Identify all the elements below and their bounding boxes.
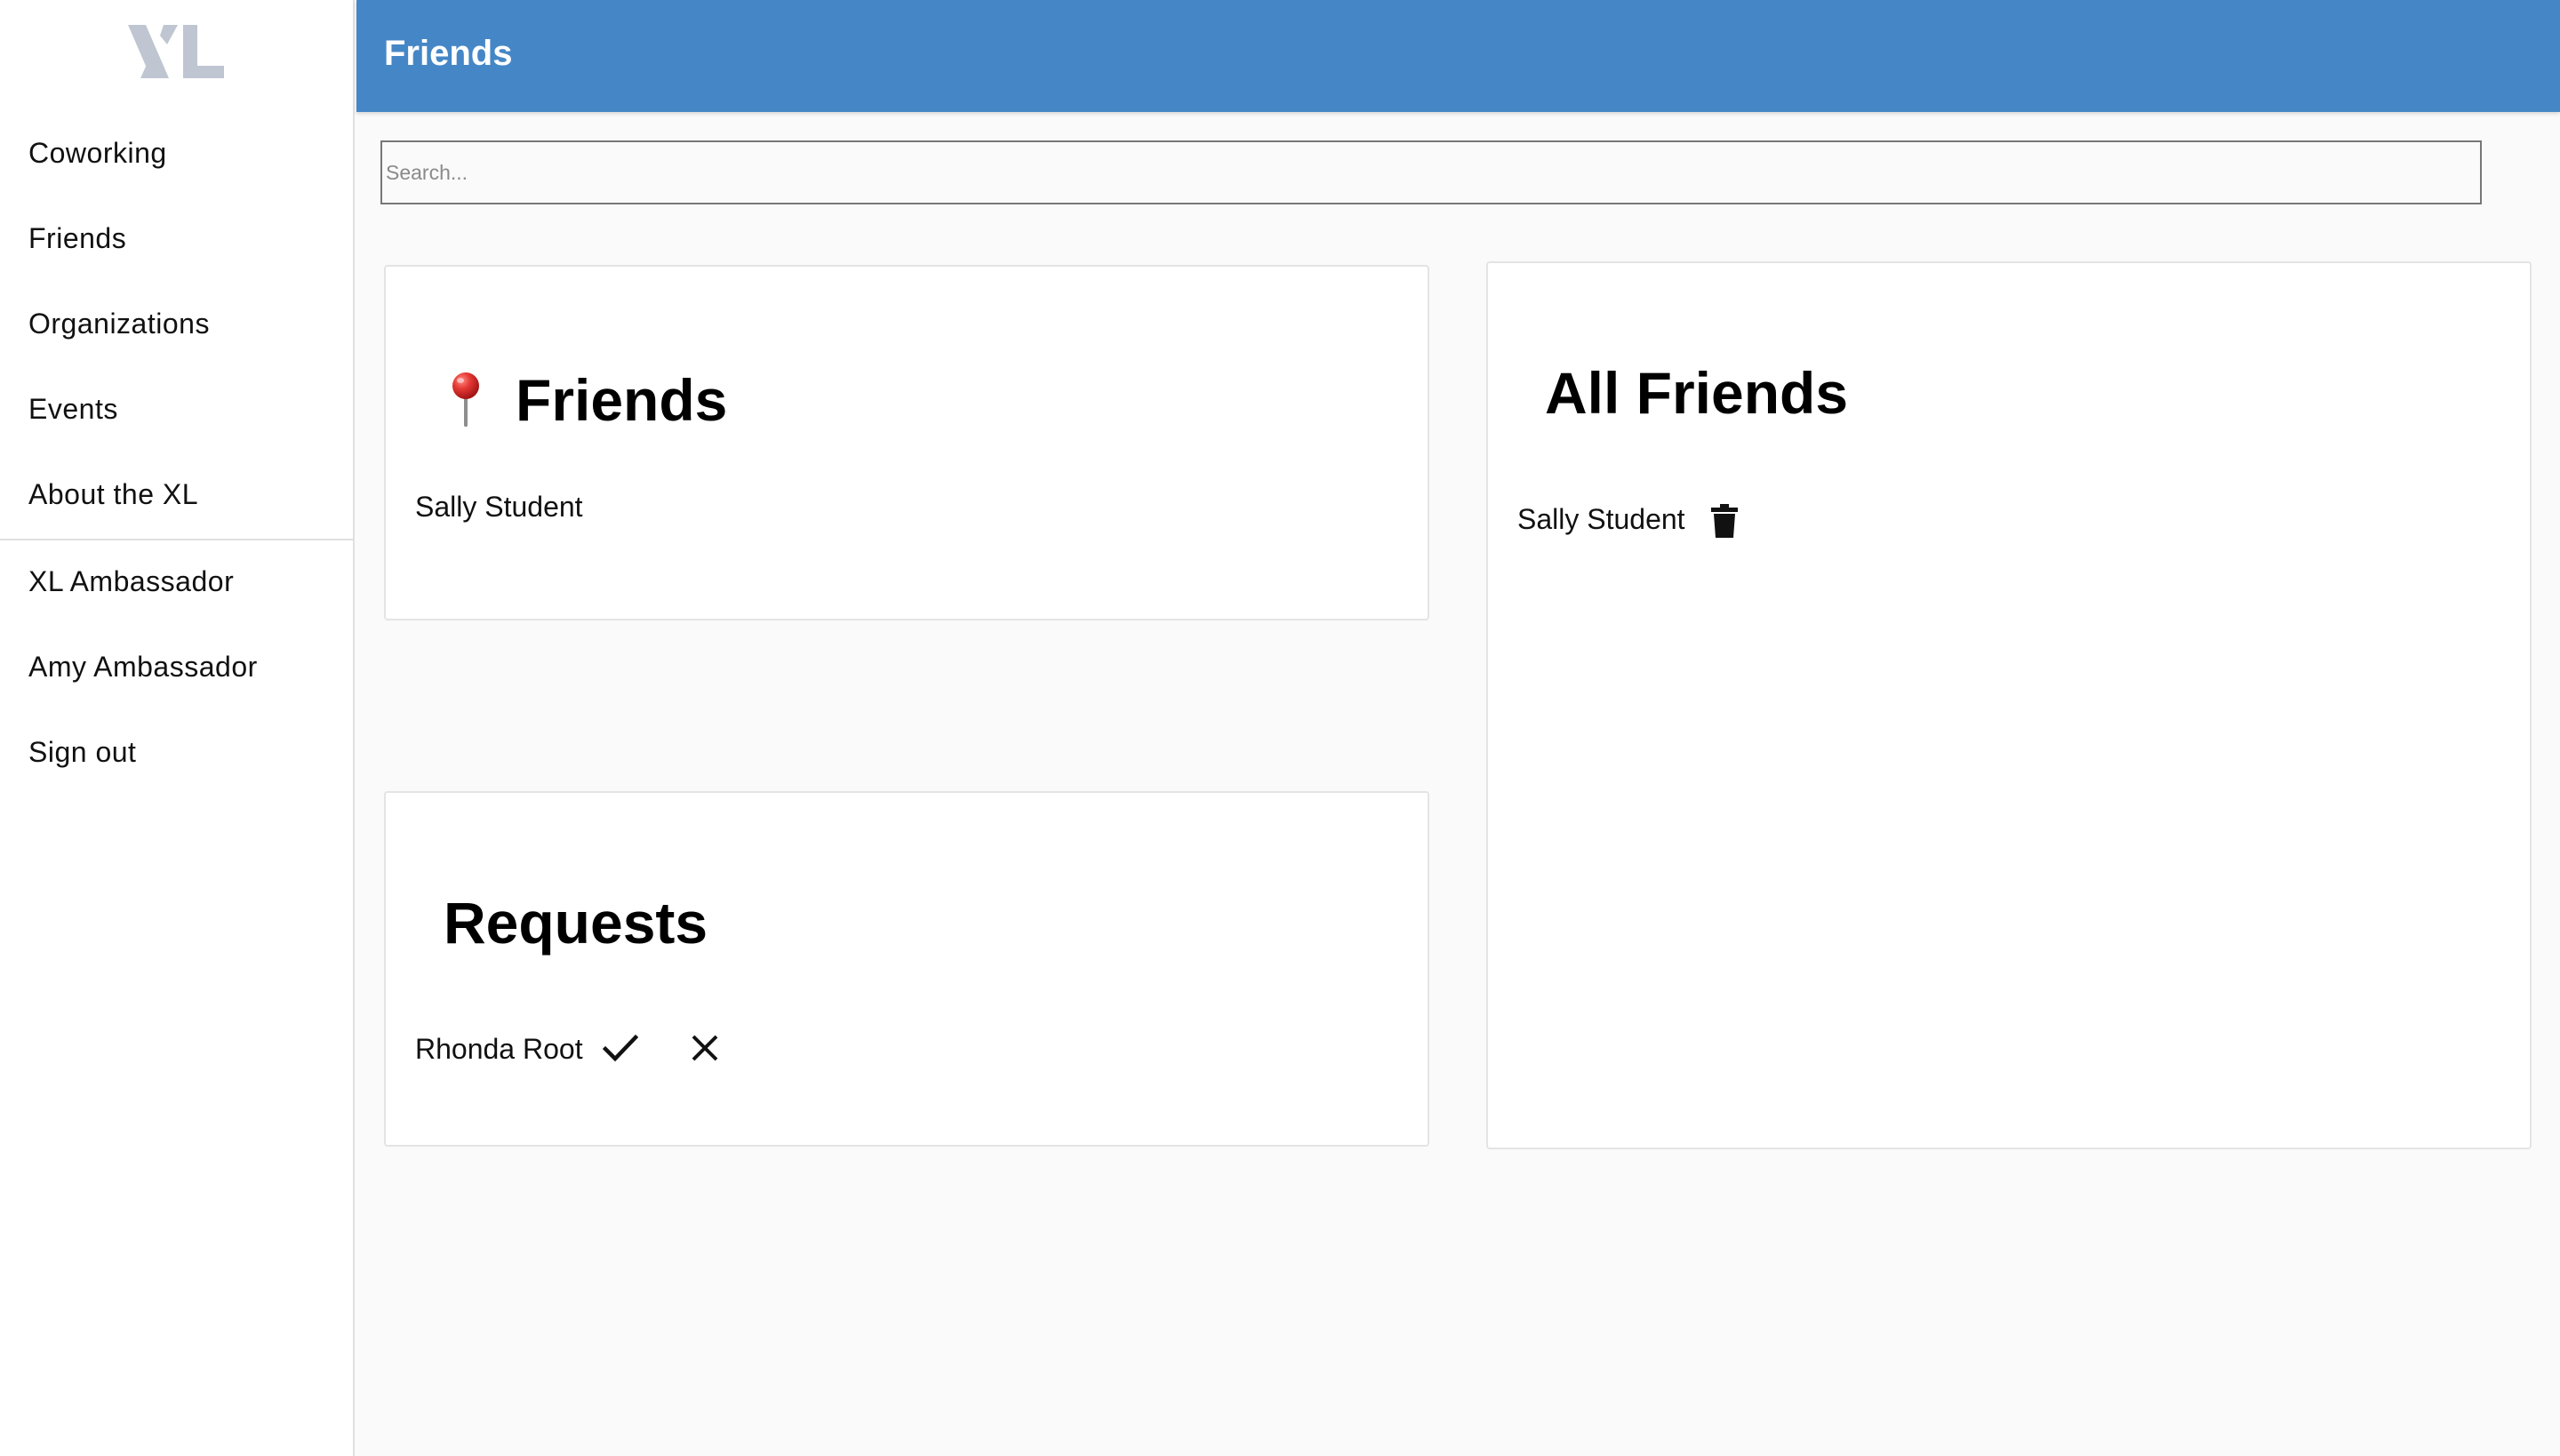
friends-card-title: Friends (516, 367, 728, 433)
nav-item-coworking[interactable]: Coworking (28, 137, 167, 170)
all-friends-card-title: All Friends (1545, 360, 1849, 426)
requests-card-title: Requests (444, 890, 708, 956)
pushpin-icon (452, 372, 479, 427)
requests-card: Requests Rhonda Root (384, 791, 1429, 1147)
nav-item-profile[interactable]: Amy Ambassador (28, 651, 258, 684)
nav-item-about[interactable]: About the XL (28, 478, 198, 511)
nav-item-organizations[interactable]: Organizations (28, 308, 210, 340)
sidebar: Coworking Friends Organizations Events A… (0, 0, 355, 1456)
nav-item-xl-ambassador[interactable]: XL Ambassador (28, 565, 234, 598)
nav-item-sign-out[interactable]: Sign out (28, 736, 136, 769)
trash-icon[interactable] (1710, 503, 1739, 539)
friends-card: Friends Sally Student (384, 265, 1429, 620)
check-icon[interactable] (603, 1033, 638, 1065)
all-friends-card: All Friends Sally Student (1486, 261, 2532, 1149)
close-icon[interactable] (690, 1033, 720, 1063)
nav-item-events[interactable]: Events (28, 393, 118, 426)
search-input[interactable] (380, 140, 2482, 204)
friend-name: Sally Student (415, 491, 583, 523)
nav-item-friends[interactable]: Friends (28, 222, 126, 255)
nav-divider (0, 539, 355, 540)
friend-name: Sally Student (1517, 503, 1685, 535)
app-header: Friends (356, 0, 2560, 112)
request-name: Rhonda Root (415, 1033, 583, 1065)
page-title: Friends (384, 34, 513, 73)
xl-logo[interactable] (124, 21, 228, 82)
